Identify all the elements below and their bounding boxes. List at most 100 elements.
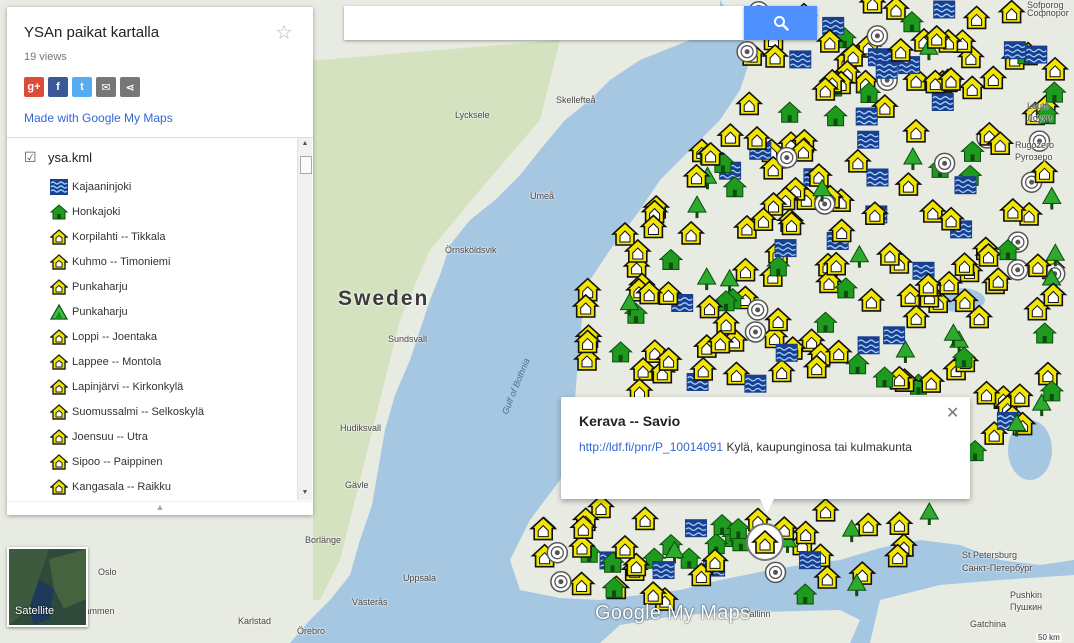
place-label: Lapinjärvi -- Kirkonkylä xyxy=(72,380,184,393)
house-icon xyxy=(49,353,69,371)
house-icon xyxy=(49,453,69,471)
map-label: Sweden xyxy=(338,287,430,310)
house-icon xyxy=(49,478,69,496)
house-icon xyxy=(49,278,69,296)
waves-icon[interactable] xyxy=(931,93,954,111)
info-popup: Kerava -- Savio ✕ http://ldf.fi/pnr/P_10… xyxy=(561,397,970,513)
twitter-icon[interactable]: t xyxy=(72,77,92,97)
map-label: Rugozero xyxy=(1015,140,1055,150)
list-item[interactable]: Suomussalmi -- Selkoskylä xyxy=(49,399,205,424)
scroll-down-arrow[interactable]: ▼ xyxy=(298,489,312,496)
google-my-maps-logo: Google My Maps xyxy=(595,602,751,624)
target-icon[interactable] xyxy=(1006,259,1029,281)
house-icon[interactable] xyxy=(858,0,887,14)
target-icon[interactable] xyxy=(546,541,569,564)
made-with-link[interactable]: Made with Google My Maps xyxy=(24,111,173,125)
google-plus-icon[interactable]: g+ xyxy=(24,77,44,97)
waves-icon[interactable] xyxy=(855,107,878,126)
waves-icon[interactable] xyxy=(775,343,798,362)
waves-icon[interactable] xyxy=(799,551,821,570)
target-icon[interactable] xyxy=(764,561,787,584)
waves-icon[interactable] xyxy=(789,50,812,69)
waves-icon[interactable] xyxy=(744,374,767,393)
place-label: Punkaharju xyxy=(72,280,128,293)
house-icon xyxy=(49,253,69,271)
target-icon[interactable] xyxy=(746,299,769,321)
house-icon xyxy=(49,378,69,396)
satellite-toggle-button[interactable]: Satellite xyxy=(7,547,88,627)
map-label: Uppsala xyxy=(403,573,437,583)
scrollbar[interactable]: ▲ ▼ xyxy=(297,138,312,500)
popup-title: Kerava -- Savio xyxy=(579,413,681,429)
list-item[interactable]: Korpilahti -- Tikkala xyxy=(49,224,204,249)
list-item[interactable]: Joensuu -- Utra xyxy=(49,424,204,449)
layer-list: ☑ ysa.kml Kajaaninjoki Honkajoki Korpilaht… xyxy=(7,138,297,500)
map-label: Umeå xyxy=(530,191,555,201)
waves-icon[interactable] xyxy=(774,239,797,258)
list-item[interactable]: Lapinjärvi -- Kirkonkylä xyxy=(49,374,204,399)
scroll-thumb[interactable] xyxy=(300,156,312,174)
list-item[interactable]: Honkajoki xyxy=(49,199,204,224)
target-icon[interactable] xyxy=(550,570,572,593)
view-count: 19 views xyxy=(24,51,67,63)
list-item[interactable]: Sipoo -- Paippinen xyxy=(49,449,204,474)
waves-icon[interactable] xyxy=(933,0,956,19)
waves-icon[interactable] xyxy=(857,130,880,149)
waves-icon[interactable] xyxy=(1025,45,1048,64)
scroll-up-arrow[interactable]: ▲ xyxy=(298,140,312,147)
map-label: Lycksele xyxy=(455,110,490,120)
layer-row[interactable]: ☑ ysa.kml xyxy=(24,149,92,166)
waves-icon[interactable] xyxy=(866,168,889,187)
house-icon xyxy=(49,428,69,446)
list-item[interactable]: Punkaharju xyxy=(49,274,204,299)
search-button[interactable] xyxy=(744,6,817,40)
list-item[interactable]: Loppi -- Joentaka xyxy=(49,324,204,349)
selected-marker[interactable] xyxy=(746,523,784,561)
place-label: Lappee -- Montola xyxy=(72,355,162,368)
waves-icon[interactable] xyxy=(883,326,906,345)
collapse-panel-arrow-icon[interactable]: ▲ xyxy=(7,501,313,515)
map-label: Gävle xyxy=(345,480,369,490)
map-label: Gatchina xyxy=(970,619,1007,629)
popup-link[interactable]: http://ldf.fi/pnr/P_10014091 xyxy=(579,440,723,454)
satellite-label: Satellite xyxy=(15,605,55,617)
close-icon[interactable]: ✕ xyxy=(946,403,959,423)
target-icon[interactable] xyxy=(813,193,836,215)
legend-panel: YSAn paikat kartalla ☆ 19 views g+ f t ✉ ⋖ M… xyxy=(7,7,313,515)
scale-bar: 50 km xyxy=(1036,633,1062,642)
map-label: Pushkin xyxy=(1010,590,1043,600)
target-icon[interactable] xyxy=(744,321,767,343)
map-label: Софпорог xyxy=(1027,8,1070,18)
popup-pointer xyxy=(759,497,775,513)
map-title: YSAn paikat kartalla xyxy=(24,24,160,41)
target-icon[interactable] xyxy=(736,40,758,63)
place-label: Suomussalmi -- Selkoskylä xyxy=(72,405,205,418)
target-icon[interactable] xyxy=(933,152,956,175)
list-item[interactable]: Punkaharju xyxy=(49,299,204,324)
map-label: Sundsvall xyxy=(388,334,428,344)
star-icon[interactable]: ☆ xyxy=(275,20,293,45)
mountain-icon xyxy=(49,303,69,321)
waves-icon[interactable] xyxy=(652,561,675,580)
map-label: Karlstad xyxy=(238,616,272,626)
target-icon[interactable] xyxy=(776,146,798,169)
share-icon[interactable]: ⋖ xyxy=(120,77,140,97)
list-item[interactable]: Lappee -- Montola xyxy=(49,349,204,374)
waves-icon[interactable] xyxy=(1003,41,1026,60)
waves-icon[interactable] xyxy=(857,336,880,355)
panel-header: YSAn paikat kartalla ☆ 19 views g+ f t ✉ ⋖ M… xyxy=(7,7,313,138)
layer-checkbox[interactable]: ☑ xyxy=(24,149,38,166)
search-input[interactable] xyxy=(344,6,744,40)
list-item[interactable]: Kajaaninjoki xyxy=(50,174,204,199)
facebook-icon[interactable]: f xyxy=(48,77,68,97)
waves-icon[interactable] xyxy=(954,176,977,195)
popup-text: Kylä, kaupunginosa tai kulmakunta xyxy=(723,440,912,454)
list-item[interactable]: Kangasala -- Raikku xyxy=(49,474,204,499)
house-icon xyxy=(49,228,69,246)
map-label: Örnsköldsvik xyxy=(445,245,497,255)
waves-icon[interactable] xyxy=(875,60,898,79)
waves-icon[interactable] xyxy=(685,519,707,538)
list-item[interactable]: Kuhmo -- Timoniemi xyxy=(49,249,204,274)
target-icon[interactable] xyxy=(866,25,889,47)
email-icon[interactable]: ✉ xyxy=(96,77,116,97)
